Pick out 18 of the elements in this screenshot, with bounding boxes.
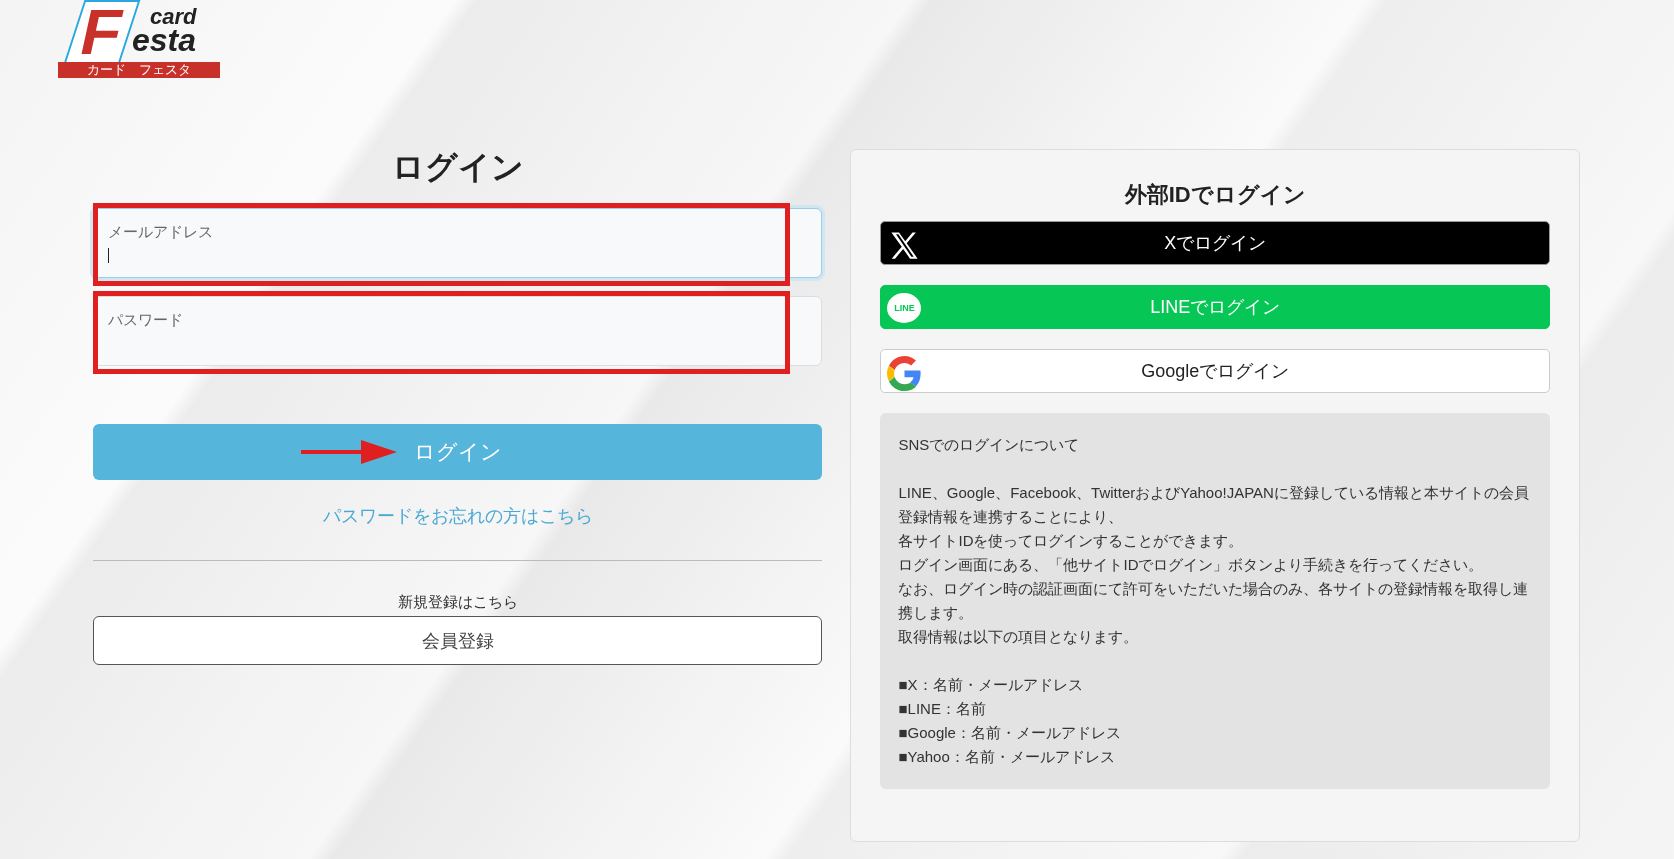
info-list-item: ■Google：名前・メールアドレス — [898, 723, 1122, 743]
login-title: ログイン — [390, 148, 525, 187]
info-list-item: ■LINE：名前 — [898, 699, 987, 719]
info-text: 取得情報は以下の項目となります。 — [898, 627, 1140, 647]
info-list-item: ■X：名前・メールアドレス — [898, 675, 1084, 695]
info-text: 各サイトIDを使ってログインすることができます。 — [898, 531, 1245, 551]
line-logo-icon: LINE — [887, 293, 922, 323]
google-logo-icon — [887, 356, 923, 391]
google-login-button[interactable]: Googleでログイン — [880, 349, 1550, 393]
info-text: LINE、Google、Facebook、TwitterおよびYahoo!JAPANに登録している情報と本サイトの会員登録情報を連携することにより、 — [898, 483, 1530, 527]
info-text: なお、ログイン時の認証画面にて許可をいただいた場合のみ、各サイトの登録情報を取得し連携します。 — [898, 579, 1530, 623]
external-login-title: 外部IDでログイン — [1123, 181, 1307, 209]
x-login-button[interactable]: Xでログイン — [880, 221, 1550, 265]
info-heading: SNSでのログインについて — [898, 435, 1081, 455]
info-list-item: ■Yahoo：名前・メールアドレス — [898, 747, 1116, 767]
register-button[interactable]: 会員登録 — [93, 616, 823, 665]
register-caption: 新規登録はこちら — [397, 593, 518, 612]
info-text: ログイン画面にある、「他サイトIDでログイン」ボタンより手続きを行ってください。 — [898, 555, 1485, 575]
